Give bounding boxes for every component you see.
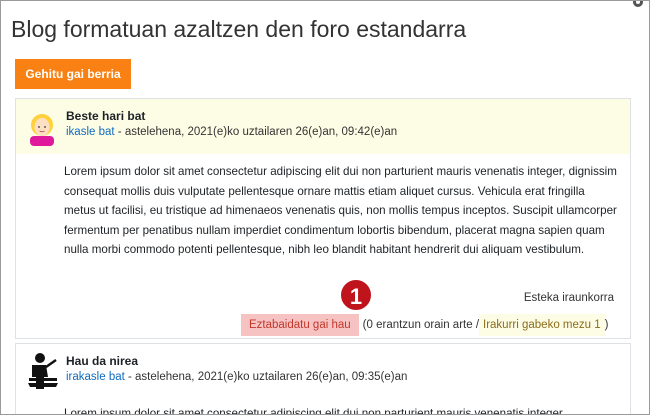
reply-count-text: (0 erantzun orain arte / (362, 319, 480, 331)
post-content: Lorem ipsum dolor sit amet consectetur a… (64, 407, 566, 415)
discuss-topic-link[interactable]: Eztabaidatu gai hau (241, 314, 359, 336)
post-author-link[interactable]: irakasle bat (66, 371, 125, 383)
post-subject: Hau da nirea (66, 354, 139, 368)
callout-marker: 1 (339, 278, 373, 312)
post-content: Lorem ipsum dolor sit amet consectetur a… (64, 165, 617, 257)
reply-close-paren: ) (604, 319, 609, 331)
page-title: Blog formatuan azaltzen den foro estanda… (11, 16, 467, 42)
permalink-link[interactable]: Esteka iraunkorra (524, 292, 614, 304)
post-subject: Beste hari bat (66, 109, 146, 123)
post-date: - astelehena, 2021(e)ko uztailaren 26(e)… (114, 126, 398, 138)
post-author-link[interactable]: ikasle bat (66, 126, 115, 138)
student-avatar-icon (30, 114, 54, 146)
teacher-avatar-icon (28, 353, 58, 389)
post-header: Hau da nirea irakasle bat - astelehena, … (16, 344, 630, 399)
unread-posts-link[interactable]: Irakurri gabeko mezu 1 (479, 314, 605, 336)
forum-post: Hau da nirea irakasle bat - astelehena, … (15, 343, 631, 415)
post-date: - astelehena, 2021(e)ko uztailaren 26(e)… (124, 371, 408, 383)
reply-row: Eztabaidatu gai hau (0 erantzun orain art… (241, 314, 608, 336)
page-frame: Blog formatuan azaltzen den foro estanda… (0, 0, 650, 415)
post-byline: irakasle bat - astelehena, 2021(e)ko uzt… (66, 371, 407, 383)
gear-icon[interactable] (631, 0, 645, 9)
forum-post: Beste hari bat ikasle bat - astelehena, … (15, 98, 631, 339)
post-header: Beste hari bat ikasle bat - astelehena, … (16, 99, 630, 154)
post-byline: ikasle bat - astelehena, 2021(e)ko uztai… (66, 126, 397, 138)
add-topic-button[interactable]: Gehitu gai berria (15, 59, 131, 89)
